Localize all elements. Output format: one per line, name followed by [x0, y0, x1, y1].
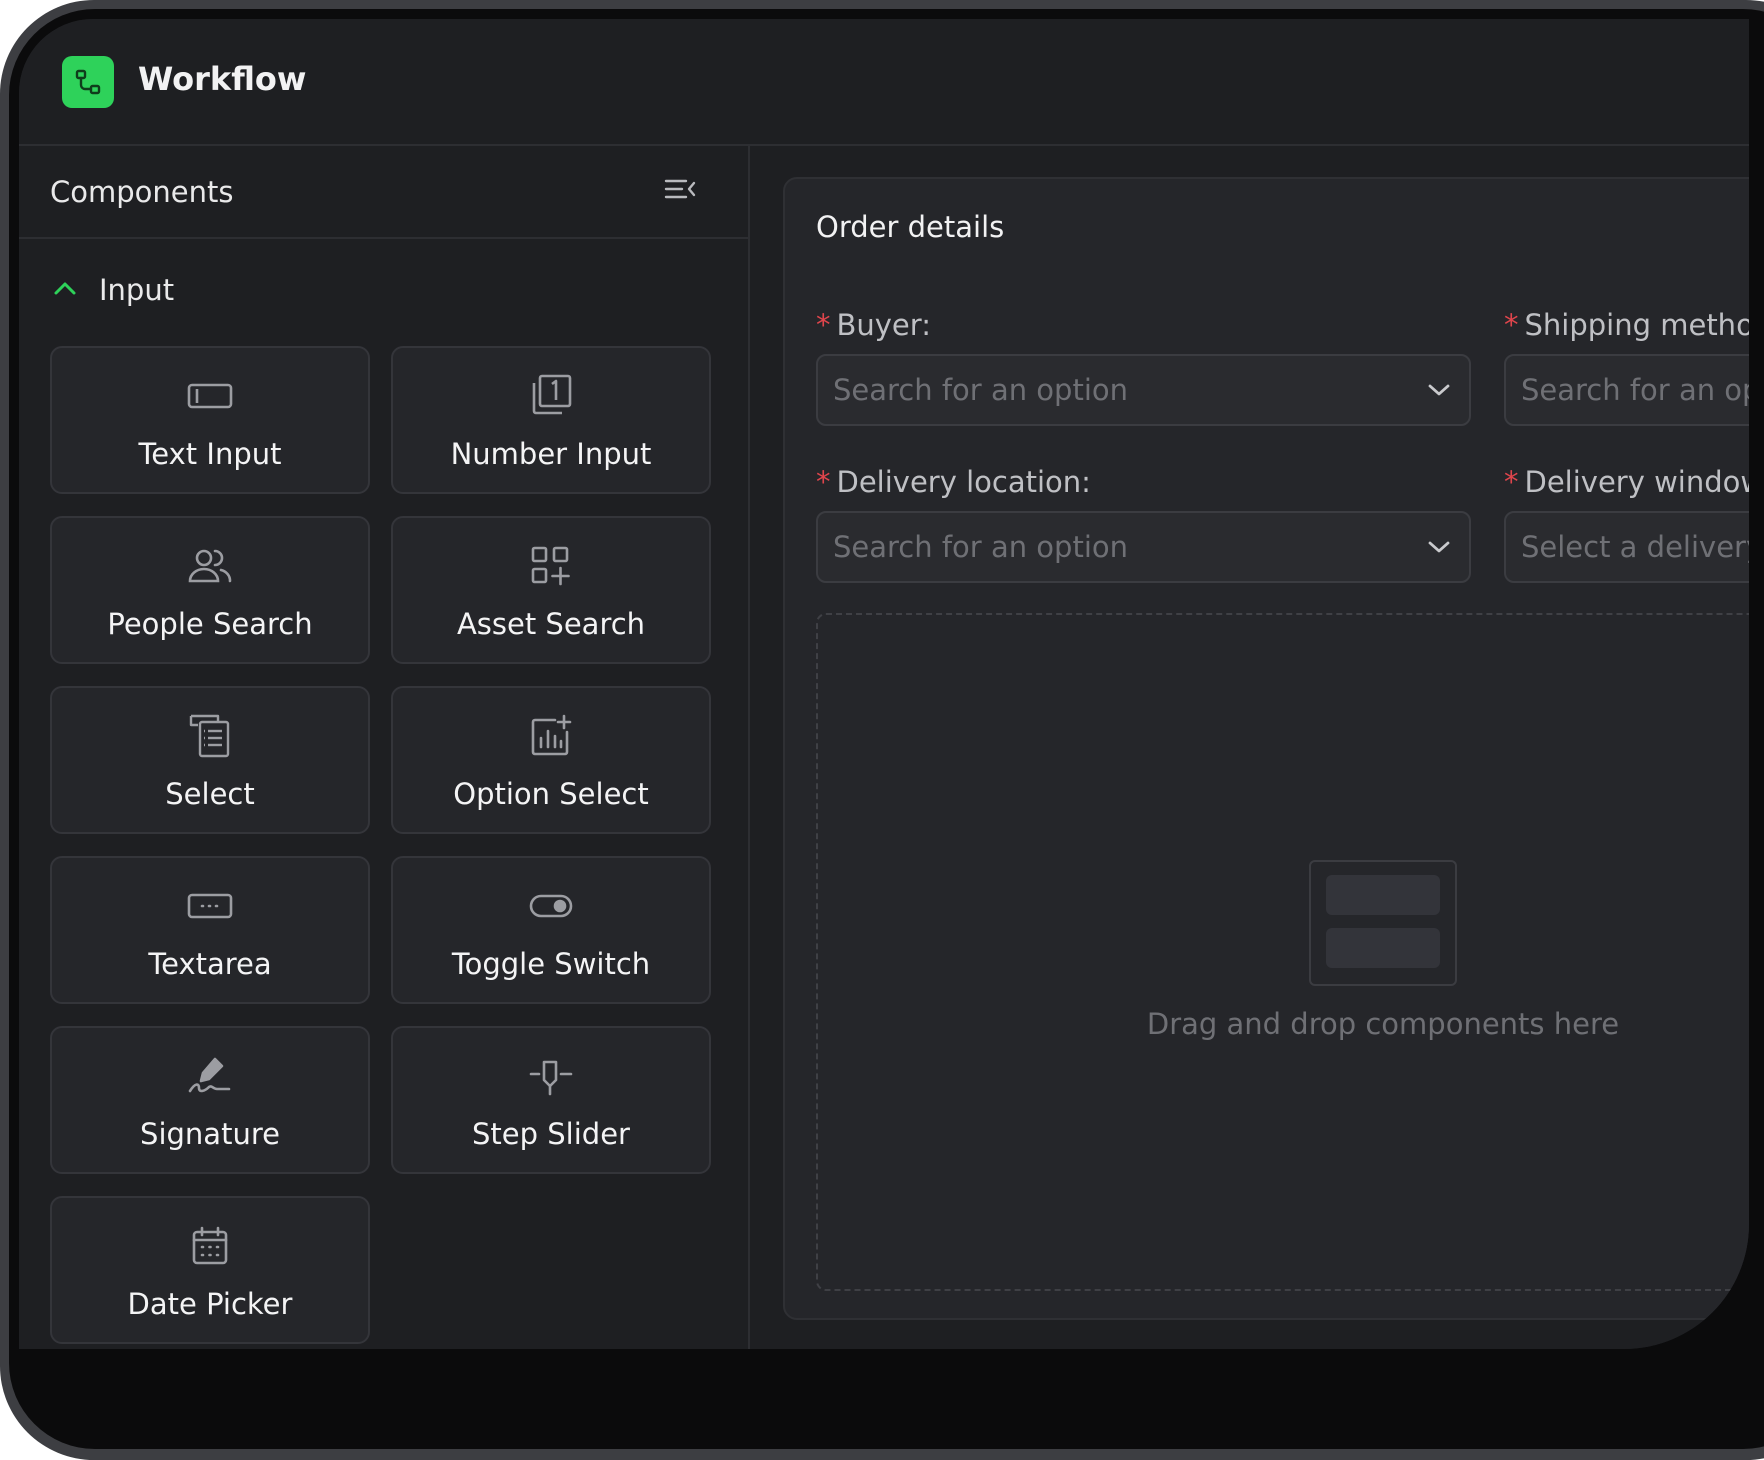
toggle-icon — [526, 881, 576, 931]
illustration-bar — [1326, 875, 1440, 915]
delivery-location-label-text: Delivery location: — [836, 465, 1091, 499]
delivery-window-label-text: Delivery window: — [1524, 465, 1750, 499]
component-label: Textarea — [148, 947, 272, 981]
collapse-sidebar-button[interactable] — [662, 176, 698, 206]
drop-zone-text: Drag and drop components here — [1146, 1007, 1620, 1041]
sidebar-title: Components — [50, 175, 234, 209]
people-icon — [185, 541, 235, 591]
component-drop-zone[interactable]: Drag and drop components here — [816, 613, 1749, 1291]
component-toggle-switch[interactable]: Toggle Switch — [391, 856, 711, 1004]
required-marker: * — [1504, 308, 1519, 342]
slider-icon — [526, 1051, 576, 1101]
number-input-icon — [526, 371, 576, 421]
component-label: Option Select — [453, 777, 649, 811]
component-label: Step Slider — [472, 1117, 630, 1151]
sidebar-header: Components — [19, 146, 748, 239]
select-list-icon — [185, 711, 235, 761]
delivery-window-label: * Delivery window: — [1504, 465, 1749, 499]
required-marker: * — [1504, 465, 1519, 499]
textarea-icon — [185, 881, 235, 931]
required-marker: * — [816, 465, 831, 499]
component-signature[interactable]: Signature — [50, 1026, 370, 1174]
signature-pen-icon — [185, 1051, 235, 1101]
component-label: Asset Search — [456, 607, 646, 641]
component-label: Signature — [140, 1117, 280, 1151]
component-step-slider[interactable]: Step Slider — [391, 1026, 711, 1174]
section-input-toggle[interactable]: Input — [53, 268, 174, 312]
delivery-location-placeholder: Search for an option — [833, 530, 1129, 564]
shipping-method-select[interactable]: Search for an option — [1504, 354, 1749, 426]
buyer-placeholder: Search for an option — [833, 373, 1129, 407]
workflow-logo-icon — [62, 56, 114, 108]
component-label: People Search — [107, 607, 313, 641]
delivery-window-picker[interactable]: Select a delivery window — [1504, 511, 1749, 583]
buyer-label-text: Buyer: — [836, 308, 931, 342]
buyer-select[interactable]: Search for an option — [816, 354, 1471, 426]
component-label: Number Input — [450, 437, 652, 471]
collapse-menu-icon — [664, 177, 696, 205]
illustration-bar — [1326, 928, 1440, 968]
chevron-up-icon — [53, 280, 77, 300]
shipping-method-label-text: Shipping method: — [1524, 308, 1750, 342]
required-marker: * — [816, 308, 831, 342]
main-canvas: Order details * Buyer: Search for an opti… — [750, 146, 1749, 1349]
component-people-search[interactable]: People Search — [50, 516, 370, 664]
chevron-down-icon — [1427, 535, 1451, 559]
component-label: Toggle Switch — [451, 947, 651, 981]
component-textarea[interactable]: Textarea — [50, 856, 370, 1004]
component-date-picker[interactable]: Date Picker — [50, 1196, 370, 1344]
drop-zone-illustration-icon — [1309, 860, 1457, 986]
calendar-icon — [185, 1221, 235, 1271]
app-screen: Workflow Components Input Text Input Num… — [19, 19, 1749, 1349]
component-asset-search[interactable]: Asset Search — [391, 516, 711, 664]
card-title: Order details — [816, 210, 1005, 244]
component-label: Date Picker — [127, 1287, 293, 1321]
delivery-location-label: * Delivery location: — [816, 465, 1091, 499]
component-option-select[interactable]: Option Select — [391, 686, 711, 834]
chevron-down-icon — [1427, 378, 1451, 402]
component-label: Text Input — [138, 437, 282, 471]
order-details-card: Order details * Buyer: Search for an opti… — [783, 177, 1749, 1320]
shipping-method-label: *Shipping method: — [1504, 308, 1749, 342]
section-label: Input — [99, 273, 175, 307]
delivery-window-placeholder: Select a delivery window — [1521, 530, 1749, 564]
components-sidebar: Components Input Text Input Number Input… — [19, 146, 750, 1349]
text-input-icon — [185, 371, 235, 421]
delivery-location-select[interactable]: Search for an option — [816, 511, 1471, 583]
asset-grid-icon — [526, 541, 576, 591]
option-chart-icon — [526, 711, 576, 761]
component-label: Select — [165, 777, 255, 811]
component-select[interactable]: Select — [50, 686, 370, 834]
top-bar: Workflow — [19, 19, 1749, 146]
app-title: Workflow — [138, 60, 307, 98]
shipping-method-placeholder: Search for an option — [1521, 373, 1749, 407]
component-text-input[interactable]: Text Input — [50, 346, 370, 494]
buyer-label: * Buyer: — [816, 308, 931, 342]
component-number-input[interactable]: Number Input — [391, 346, 711, 494]
